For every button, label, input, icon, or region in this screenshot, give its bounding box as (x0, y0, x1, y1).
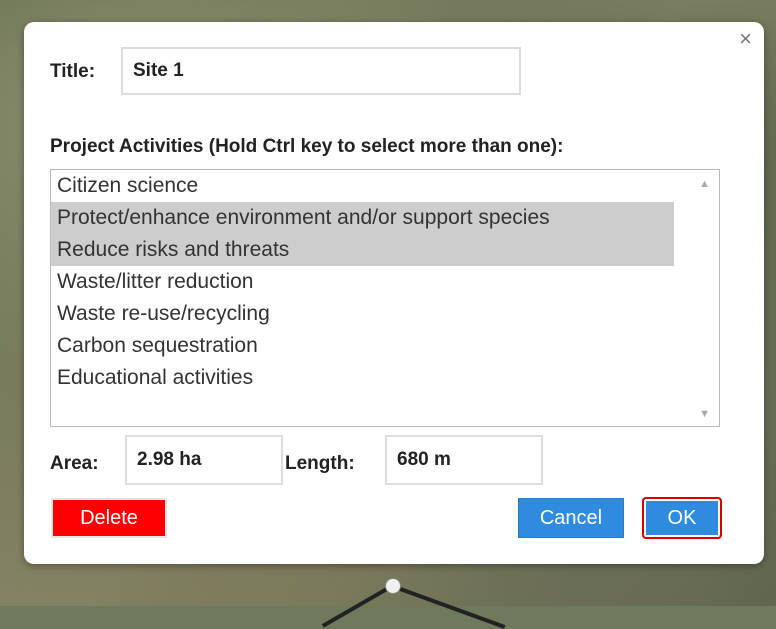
length-label: Length: (285, 453, 355, 474)
activity-option[interactable]: Waste re-use/recycling (51, 298, 674, 330)
scroll-up-icon[interactable]: ▲ (699, 178, 710, 190)
area-label: Area: (50, 453, 99, 474)
length-field[interactable]: 680 m (385, 435, 543, 485)
activity-option[interactable]: Reduce risks and threats (51, 234, 674, 266)
activity-option[interactable]: Citizen science (51, 170, 674, 202)
edit-site-popup: × Title: Site 1 Project Activities (Hold… (24, 22, 764, 564)
activities-label: Project Activities (Hold Ctrl key to sel… (50, 136, 564, 157)
title-input[interactable]: Site 1 (121, 47, 521, 95)
activity-option[interactable]: Waste/litter reduction (51, 266, 674, 298)
close-icon[interactable]: × (739, 28, 752, 50)
activity-option[interactable]: Carbon sequestration (51, 330, 674, 362)
popup-pointer (367, 540, 411, 562)
area-field[interactable]: 2.98 ha (125, 435, 283, 485)
activity-option[interactable]: Educational activities (51, 362, 674, 394)
map-vertex-marker[interactable] (385, 578, 401, 594)
activity-option[interactable]: Protect/enhance environment and/or suppo… (51, 202, 674, 234)
delete-button[interactable]: Delete (51, 498, 167, 538)
activities-listbox[interactable]: Citizen science Protect/enhance environme… (50, 169, 720, 427)
ok-button[interactable]: OK (642, 497, 722, 539)
title-label: Title: (50, 61, 96, 82)
cancel-button[interactable]: Cancel (518, 498, 624, 538)
scroll-down-icon[interactable]: ▼ (699, 408, 710, 420)
